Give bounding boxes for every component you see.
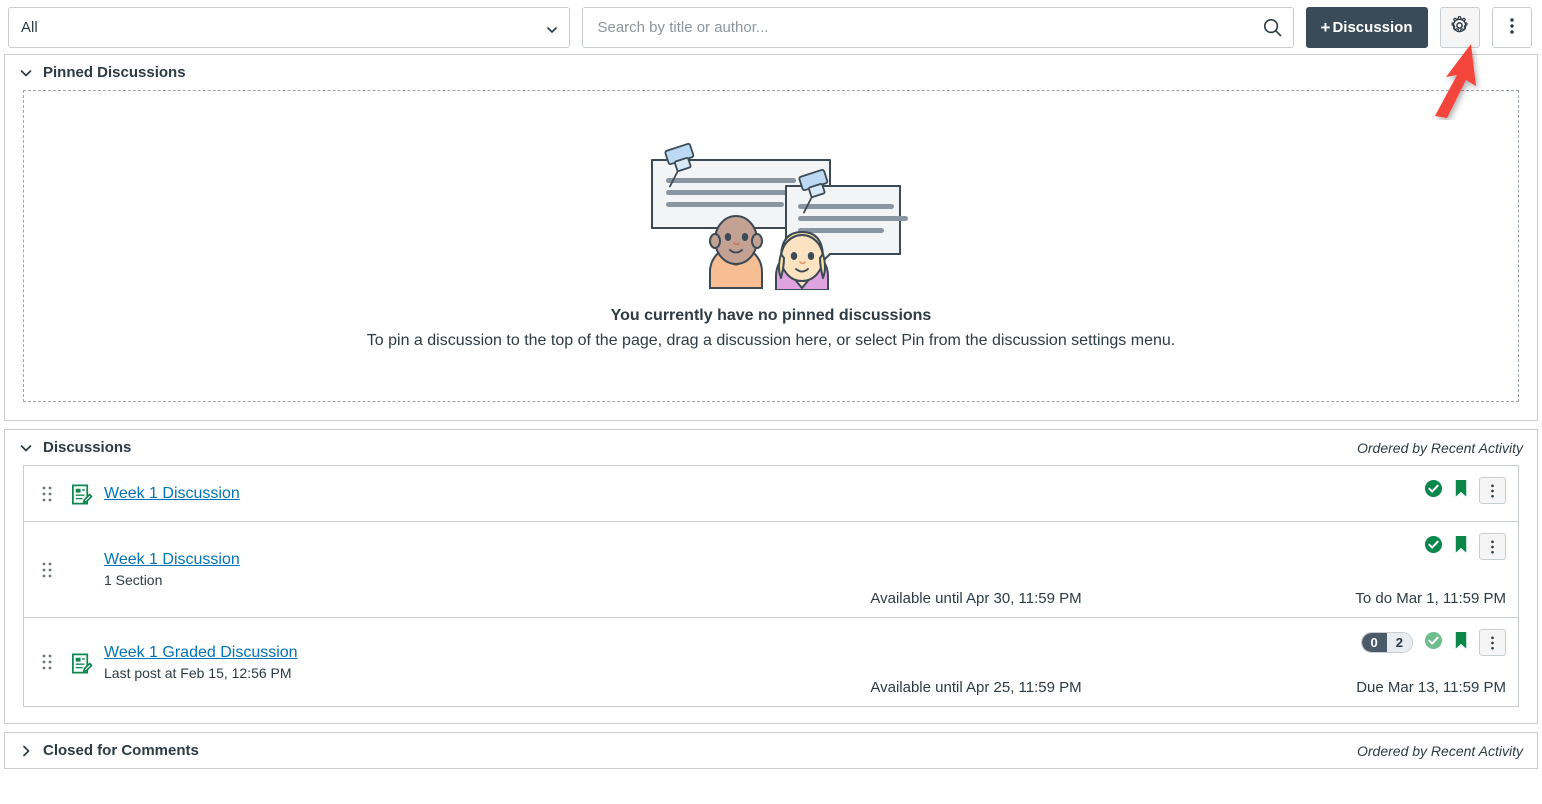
- discussion-more-options-button[interactable]: [1492, 7, 1532, 48]
- add-discussion-button[interactable]: + Discussion: [1306, 7, 1428, 48]
- row-more-options-button[interactable]: [1479, 629, 1506, 656]
- gear-icon: [1449, 15, 1470, 39]
- discussion-availability: Available until Apr 25, 11:59 PM: [664, 618, 1288, 706]
- discussions-panel: Discussions Ordered by Recent Activity: [4, 429, 1538, 724]
- table-row[interactable]: Week 1 Discussion: [24, 466, 1518, 522]
- discussion-todo-date: To do Mar 1, 11:59 PM: [1355, 590, 1506, 609]
- closed-for-comments-panel: Closed for Comments Ordered by Recent Ac…: [4, 732, 1538, 769]
- discussion-filter-select[interactable]: All: [8, 7, 570, 48]
- row-action-icons: 0 2: [1361, 629, 1506, 656]
- type-icon-placeholder: [70, 522, 104, 617]
- row-more-options-button[interactable]: [1479, 477, 1506, 504]
- chevron-right-icon[interactable]: [19, 744, 33, 758]
- row-more-options-button[interactable]: [1479, 533, 1506, 560]
- chevron-down-icon[interactable]: [19, 441, 33, 455]
- chevron-down-icon[interactable]: [19, 66, 33, 80]
- published-check-icon[interactable]: [1424, 535, 1443, 559]
- bookmark-filled-icon[interactable]: [1454, 631, 1468, 655]
- discussion-title-link[interactable]: Week 1 Discussion: [104, 551, 664, 569]
- row-action-icons: [1424, 533, 1506, 560]
- closed-for-comments-title: Closed for Comments: [43, 742, 199, 759]
- discussion-availability: [664, 466, 1288, 521]
- table-row[interactable]: Week 1 Discussion 1 Section Available un…: [24, 522, 1518, 618]
- discussion-due-date: Due Mar 13, 11:59 PM: [1356, 679, 1506, 698]
- closed-for-comments-header[interactable]: Closed for Comments Ordered by Recent Ac…: [5, 733, 1537, 768]
- discussion-filter-value: All: [21, 19, 38, 36]
- pinned-discussions-panel: Pinned Discussions: [4, 54, 1538, 421]
- pinned-discussions-header[interactable]: Pinned Discussions: [5, 55, 1537, 90]
- discussion-availability: Available until Apr 30, 11:59 PM: [664, 522, 1288, 617]
- unread-reply-count-badge[interactable]: 0 2: [1361, 632, 1413, 653]
- bookmark-filled-icon[interactable]: [1454, 535, 1468, 559]
- bookmark-filled-icon[interactable]: [1454, 479, 1468, 503]
- row-action-icons: [1424, 477, 1506, 504]
- discussion-title-cell: Week 1 Discussion: [104, 466, 664, 521]
- search-field-wrapper: [582, 7, 1293, 48]
- discussion-row-actions: [1288, 466, 1518, 521]
- discussions-header[interactable]: Discussions Ordered by Recent Activity: [5, 430, 1537, 465]
- discussions-toolbar: All + Discussion: [0, 0, 1542, 54]
- discussions-list: Week 1 Discussion: [23, 465, 1519, 707]
- closed-ordered-by: Ordered by Recent Activity: [1357, 743, 1523, 759]
- published-check-icon[interactable]: [1424, 479, 1443, 503]
- discussion-settings-button[interactable]: [1440, 7, 1480, 48]
- table-row[interactable]: Week 1 Graded Discussion Last post at Fe…: [24, 618, 1518, 706]
- graded-discussion-icon: [70, 618, 104, 706]
- add-discussion-label: Discussion: [1332, 19, 1412, 36]
- discussion-title-link[interactable]: Week 1 Discussion: [104, 485, 664, 503]
- discussions-title: Discussions: [43, 439, 131, 456]
- discussions-ordered-by: Ordered by Recent Activity: [1357, 440, 1523, 456]
- discussion-title-link[interactable]: Week 1 Graded Discussion: [104, 644, 664, 662]
- discussion-section-meta: 1 Section: [104, 572, 664, 588]
- unread-count: 0: [1362, 633, 1387, 652]
- discussion-title-cell: Week 1 Graded Discussion Last post at Fe…: [104, 618, 664, 706]
- search-input[interactable]: [582, 7, 1293, 48]
- discussion-title-cell: Week 1 Discussion 1 Section: [104, 522, 664, 617]
- chevron-down-icon: [547, 22, 557, 32]
- pinned-empty-illustration: [634, 142, 908, 295]
- reply-count: 2: [1387, 633, 1412, 652]
- plus-icon: +: [1321, 19, 1331, 36]
- discussion-row-actions: 0 2: [1288, 618, 1518, 706]
- drag-handle-icon[interactable]: [24, 618, 70, 706]
- search-icon[interactable]: [1260, 14, 1286, 40]
- pinned-empty-subtitle: To pin a discussion to the top of the pa…: [367, 332, 1175, 350]
- pinned-discussions-dropzone[interactable]: You currently have no pinned discussions…: [23, 90, 1519, 402]
- drag-handle-icon[interactable]: [24, 466, 70, 521]
- drag-handle-icon[interactable]: [24, 522, 70, 617]
- pinned-empty-title: You currently have no pinned discussions: [611, 307, 932, 325]
- kebab-menu-icon: [1509, 15, 1515, 40]
- pinned-discussions-title: Pinned Discussions: [43, 64, 186, 81]
- discussion-row-actions: To do Mar 1, 11:59 PM: [1288, 522, 1518, 617]
- discussion-last-post-meta: Last post at Feb 15, 12:56 PM: [104, 665, 664, 681]
- published-check-icon[interactable]: [1424, 631, 1443, 655]
- graded-discussion-icon: [70, 466, 104, 521]
